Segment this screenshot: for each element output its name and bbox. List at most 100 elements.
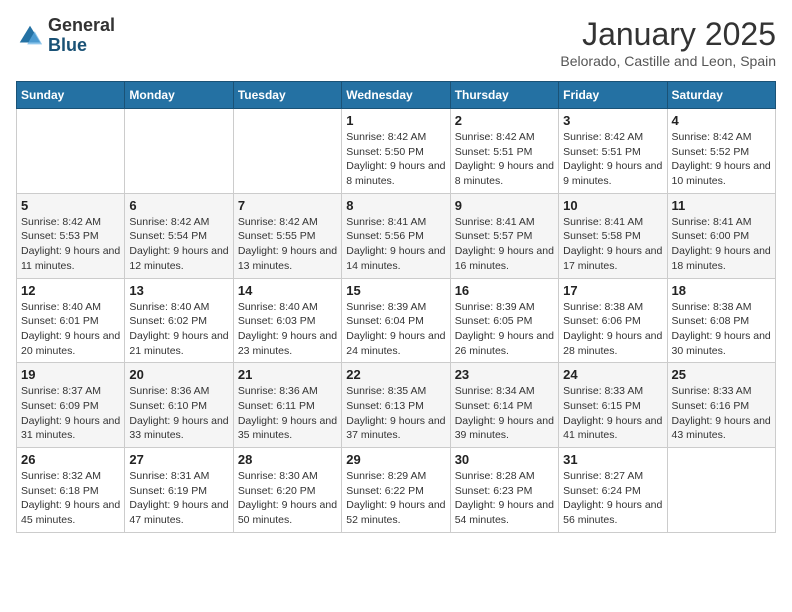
calendar-table: SundayMondayTuesdayWednesdayThursdayFrid…	[16, 81, 776, 533]
calendar-cell: 9 Sunrise: 8:41 AMSunset: 5:57 PMDaylight…	[450, 193, 558, 278]
day-info: Sunrise: 8:31 AMSunset: 6:19 PMDaylight:…	[129, 469, 228, 528]
day-number: 21	[238, 367, 337, 382]
day-info: Sunrise: 8:42 AMSunset: 5:53 PMDaylight:…	[21, 215, 120, 274]
day-number: 9	[455, 198, 554, 213]
calendar-week-row: 12 Sunrise: 8:40 AMSunset: 6:01 PMDayligh…	[17, 278, 776, 363]
day-number: 12	[21, 283, 120, 298]
calendar-week-row: 5 Sunrise: 8:42 AMSunset: 5:53 PMDaylight…	[17, 193, 776, 278]
weekday-header: Monday	[125, 82, 233, 109]
day-info: Sunrise: 8:42 AMSunset: 5:55 PMDaylight:…	[238, 215, 337, 274]
calendar-cell: 31 Sunrise: 8:27 AMSunset: 6:24 PMDayligh…	[559, 448, 667, 533]
day-number: 20	[129, 367, 228, 382]
day-info: Sunrise: 8:34 AMSunset: 6:14 PMDaylight:…	[455, 384, 554, 443]
day-number: 29	[346, 452, 445, 467]
day-info: Sunrise: 8:32 AMSunset: 6:18 PMDaylight:…	[21, 469, 120, 528]
logo-text: General Blue	[48, 16, 115, 56]
day-info: Sunrise: 8:33 AMSunset: 6:15 PMDaylight:…	[563, 384, 662, 443]
calendar-cell: 7 Sunrise: 8:42 AMSunset: 5:55 PMDaylight…	[233, 193, 341, 278]
day-info: Sunrise: 8:27 AMSunset: 6:24 PMDaylight:…	[563, 469, 662, 528]
weekday-header: Sunday	[17, 82, 125, 109]
calendar-cell: 6 Sunrise: 8:42 AMSunset: 5:54 PMDaylight…	[125, 193, 233, 278]
day-number: 15	[346, 283, 445, 298]
calendar-cell: 10 Sunrise: 8:41 AMSunset: 5:58 PMDayligh…	[559, 193, 667, 278]
day-number: 13	[129, 283, 228, 298]
calendar-cell: 27Sunrise: 8:31 AMSunset: 6:19 PMDayligh…	[125, 448, 233, 533]
calendar-cell: 12 Sunrise: 8:40 AMSunset: 6:01 PMDayligh…	[17, 278, 125, 363]
day-number: 23	[455, 367, 554, 382]
logo-general: General	[48, 15, 115, 35]
day-number: 1	[346, 113, 445, 128]
title-block: January 2025 Belorado, Castille and Leon…	[560, 16, 776, 69]
calendar-cell: 28Sunrise: 8:30 AMSunset: 6:20 PMDayligh…	[233, 448, 341, 533]
day-info: Sunrise: 8:35 AMSunset: 6:13 PMDaylight:…	[346, 384, 445, 443]
weekday-header: Saturday	[667, 82, 775, 109]
day-number: 4	[672, 113, 771, 128]
day-info: Sunrise: 8:40 AMSunset: 6:03 PMDaylight:…	[238, 300, 337, 359]
weekday-header: Friday	[559, 82, 667, 109]
calendar-cell: 22 Sunrise: 8:35 AMSunset: 6:13 PMDayligh…	[342, 363, 450, 448]
day-info: Sunrise: 8:42 AMSunset: 5:54 PMDaylight:…	[129, 215, 228, 274]
day-number: 8	[346, 198, 445, 213]
calendar-cell: 21 Sunrise: 8:36 AMSunset: 6:11 PMDayligh…	[233, 363, 341, 448]
day-info: Sunrise: 8:30 AMSunset: 6:20 PMDaylight:…	[238, 469, 337, 528]
day-info: Sunrise: 8:42 AMSunset: 5:50 PMDaylight:…	[346, 130, 445, 189]
day-number: 16	[455, 283, 554, 298]
day-info: Sunrise: 8:38 AMSunset: 6:08 PMDaylight:…	[672, 300, 771, 359]
day-number: 19	[21, 367, 120, 382]
day-number: 11	[672, 198, 771, 213]
day-info: Sunrise: 8:38 AMSunset: 6:06 PMDaylight:…	[563, 300, 662, 359]
day-number: 30	[455, 452, 554, 467]
day-number: 5	[21, 198, 120, 213]
calendar-cell: 23 Sunrise: 8:34 AMSunset: 6:14 PMDayligh…	[450, 363, 558, 448]
day-info: Sunrise: 8:36 AMSunset: 6:11 PMDaylight:…	[238, 384, 337, 443]
day-number: 17	[563, 283, 662, 298]
day-number: 24	[563, 367, 662, 382]
day-info: Sunrise: 8:39 AMSunset: 6:04 PMDaylight:…	[346, 300, 445, 359]
day-info: Sunrise: 8:36 AMSunset: 6:10 PMDaylight:…	[129, 384, 228, 443]
day-info: Sunrise: 8:41 AMSunset: 6:00 PMDaylight:…	[672, 215, 771, 274]
calendar-cell	[233, 109, 341, 194]
calendar-cell: 29 Sunrise: 8:29 AMSunset: 6:22 PMDayligh…	[342, 448, 450, 533]
day-number: 26	[21, 452, 120, 467]
calendar-cell: 19Sunrise: 8:37 AMSunset: 6:09 PMDayligh…	[17, 363, 125, 448]
day-info: Sunrise: 8:40 AMSunset: 6:02 PMDaylight:…	[129, 300, 228, 359]
day-info: Sunrise: 8:39 AMSunset: 6:05 PMDaylight:…	[455, 300, 554, 359]
calendar-cell: 15 Sunrise: 8:39 AMSunset: 6:04 PMDayligh…	[342, 278, 450, 363]
calendar-header-row: SundayMondayTuesdayWednesdayThursdayFrid…	[17, 82, 776, 109]
day-number: 7	[238, 198, 337, 213]
day-info: Sunrise: 8:33 AMSunset: 6:16 PMDaylight:…	[672, 384, 771, 443]
day-info: Sunrise: 8:42 AMSunset: 5:52 PMDaylight:…	[672, 130, 771, 189]
weekday-header: Thursday	[450, 82, 558, 109]
logo-icon	[16, 22, 44, 50]
calendar-cell: 1 Sunrise: 8:42 AMSunset: 5:50 PMDaylight…	[342, 109, 450, 194]
page-header: General Blue January 2025 Belorado, Cast…	[16, 16, 776, 69]
day-number: 10	[563, 198, 662, 213]
calendar-cell	[125, 109, 233, 194]
calendar-week-row: 19Sunrise: 8:37 AMSunset: 6:09 PMDayligh…	[17, 363, 776, 448]
calendar-cell: 13 Sunrise: 8:40 AMSunset: 6:02 PMDayligh…	[125, 278, 233, 363]
weekday-header: Tuesday	[233, 82, 341, 109]
day-number: 6	[129, 198, 228, 213]
logo-blue: Blue	[48, 35, 87, 55]
month-title: January 2025	[560, 16, 776, 53]
day-info: Sunrise: 8:40 AMSunset: 6:01 PMDaylight:…	[21, 300, 120, 359]
day-number: 18	[672, 283, 771, 298]
calendar-cell: 14Sunrise: 8:40 AMSunset: 6:03 PMDayligh…	[233, 278, 341, 363]
day-number: 3	[563, 113, 662, 128]
day-info: Sunrise: 8:42 AMSunset: 5:51 PMDaylight:…	[563, 130, 662, 189]
day-info: Sunrise: 8:29 AMSunset: 6:22 PMDaylight:…	[346, 469, 445, 528]
logo: General Blue	[16, 16, 115, 56]
day-number: 31	[563, 452, 662, 467]
day-info: Sunrise: 8:41 AMSunset: 5:57 PMDaylight:…	[455, 215, 554, 274]
calendar-cell: 26 Sunrise: 8:32 AMSunset: 6:18 PMDayligh…	[17, 448, 125, 533]
calendar-week-row: 26 Sunrise: 8:32 AMSunset: 6:18 PMDayligh…	[17, 448, 776, 533]
day-number: 22	[346, 367, 445, 382]
day-number: 25	[672, 367, 771, 382]
calendar-cell: 5 Sunrise: 8:42 AMSunset: 5:53 PMDaylight…	[17, 193, 125, 278]
calendar-cell: 30Sunrise: 8:28 AMSunset: 6:23 PMDayligh…	[450, 448, 558, 533]
day-number: 2	[455, 113, 554, 128]
calendar-cell: 17 Sunrise: 8:38 AMSunset: 6:06 PMDayligh…	[559, 278, 667, 363]
day-info: Sunrise: 8:41 AMSunset: 5:58 PMDaylight:…	[563, 215, 662, 274]
calendar-cell	[667, 448, 775, 533]
location-subtitle: Belorado, Castille and Leon, Spain	[560, 53, 776, 69]
